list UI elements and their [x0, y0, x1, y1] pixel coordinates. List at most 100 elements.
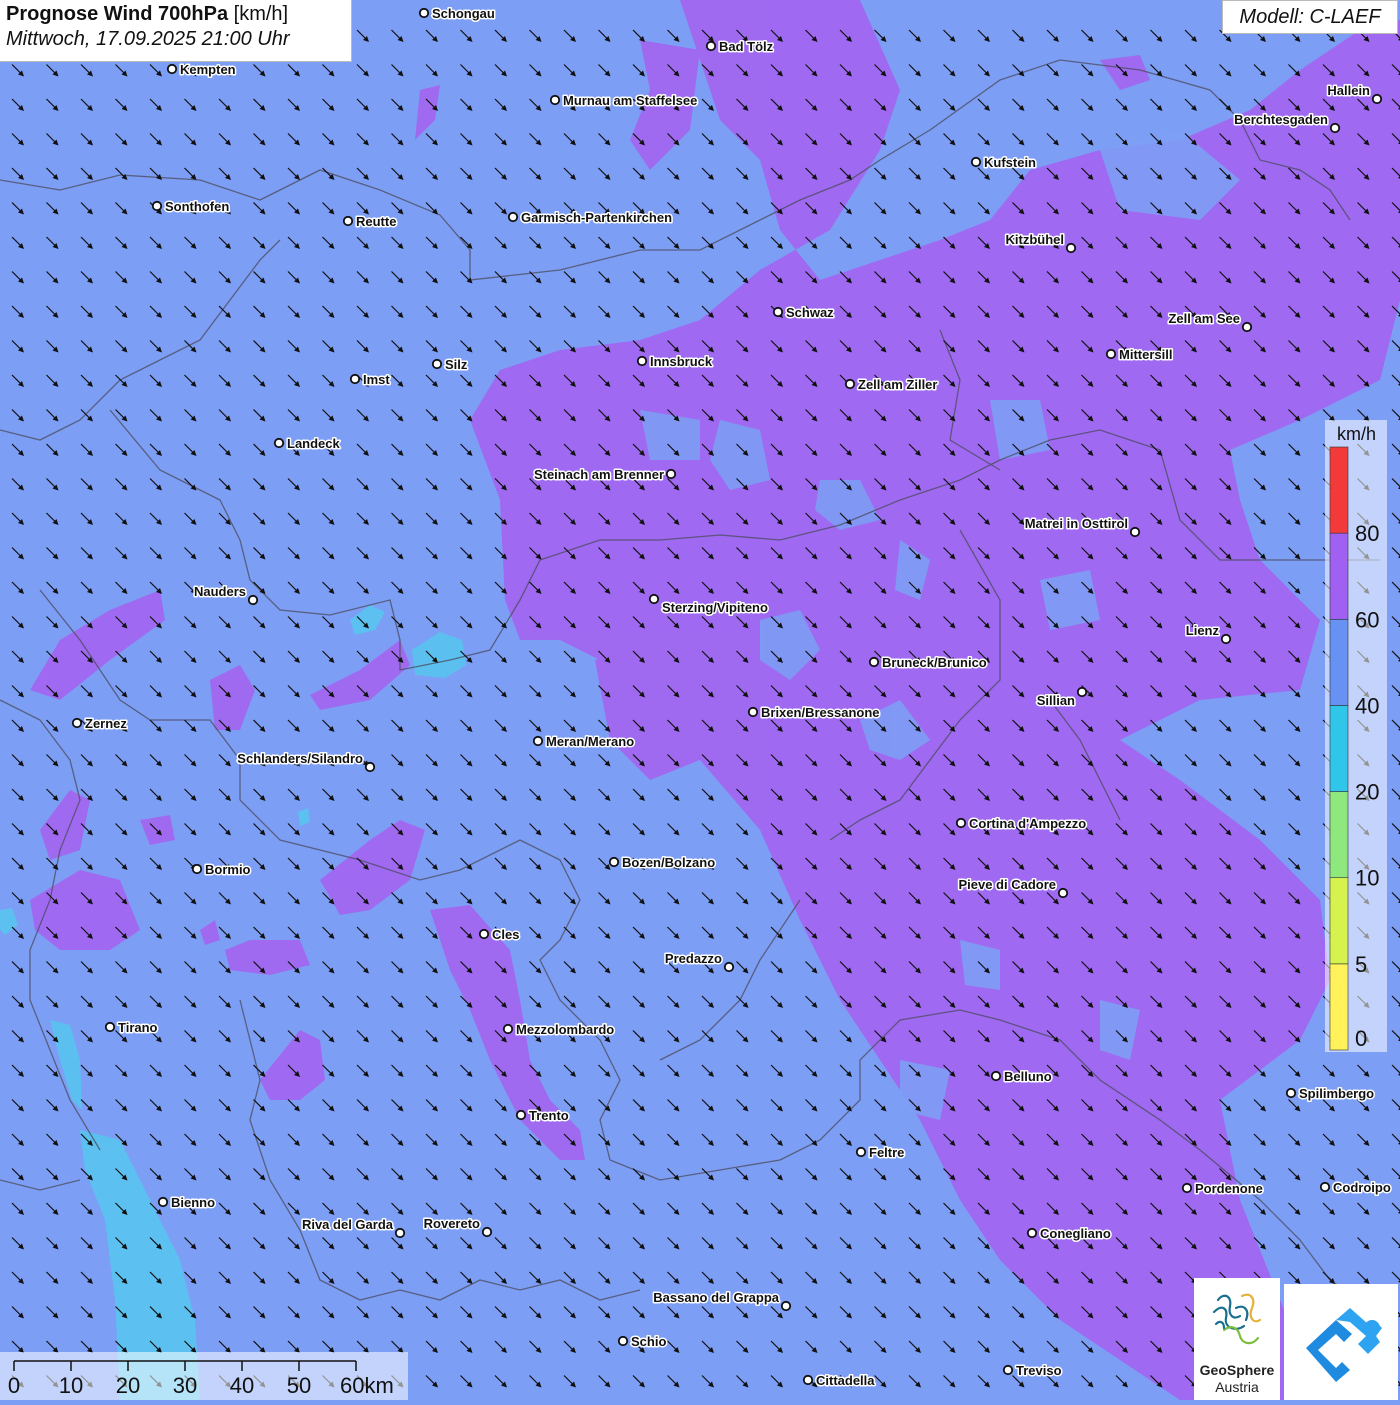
city-marker[interactable]: Sonthofen — [151, 198, 231, 216]
legend-label: 80 — [1355, 521, 1379, 546]
city-label: Sillian — [1037, 693, 1075, 708]
city-dot — [481, 1226, 493, 1238]
city-label: Landeck — [287, 436, 341, 451]
city-label: Imst — [363, 372, 390, 387]
city-dot — [1220, 633, 1232, 645]
city-marker[interactable]: Spilimbergo — [1285, 1085, 1376, 1103]
city-dot — [1002, 1364, 1014, 1376]
scale-label: 40 — [230, 1373, 254, 1398]
map-title: Prognose Wind 700hPa [km/h] — [6, 3, 345, 26]
city-label: Mezzolombardo — [516, 1022, 614, 1037]
city-label: Tirano — [118, 1020, 158, 1035]
city-label: Lienz — [1186, 623, 1220, 638]
city-marker[interactable]: Pordenone — [1181, 1180, 1264, 1198]
city-dot — [705, 40, 717, 52]
city-dot — [151, 200, 163, 212]
city-dot — [990, 1070, 1002, 1082]
city-marker[interactable]: Conegliano — [1026, 1225, 1112, 1243]
city-dot — [1105, 348, 1117, 360]
city-label: Bormio — [205, 862, 251, 877]
city-label: Treviso — [1016, 1363, 1062, 1378]
city-label: Pieve di Cadore — [958, 877, 1056, 892]
city-marker[interactable]: Cortina d'Ampezzo — [955, 815, 1088, 833]
city-dot — [247, 594, 259, 606]
city-marker[interactable]: Innsbruck — [636, 353, 714, 371]
wind-forecast-map[interactable]: Schongau Bad Tölz Kempten Murnau am Staffel… — [0, 0, 1400, 1400]
city-label: Bruneck/Brunico — [882, 655, 987, 670]
city-dot — [104, 1021, 116, 1033]
city-dot — [166, 63, 178, 75]
city-label: Trento — [529, 1108, 569, 1123]
city-marker[interactable]: Bozen/Bolzano — [608, 854, 717, 872]
city-label: Reutte — [356, 214, 396, 229]
geosphere-emblem-icon — [1212, 1293, 1262, 1345]
city-label: Bienno — [171, 1195, 215, 1210]
forecast-datetime: Mittwoch, 17.09.2025 21:00 Uhr — [6, 28, 290, 50]
city-dot — [515, 1109, 527, 1121]
legend-label: 0 — [1355, 1026, 1367, 1051]
city-label: Cortina d'Ampezzo — [969, 816, 1086, 831]
city-dot — [1329, 122, 1341, 134]
model-label: Modell: C-LAEF — [1222, 0, 1398, 34]
city-label: Schlanders/Silandro — [237, 751, 363, 766]
city-dot — [157, 1196, 169, 1208]
city-label: Bozen/Bolzano — [622, 855, 715, 870]
city-dot — [802, 1374, 814, 1386]
scale-label: 20 — [116, 1373, 140, 1398]
city-dot — [955, 817, 967, 829]
map-title-box: Prognose Wind 700hPa [km/h] Mittwoch, 17… — [0, 0, 352, 62]
city-dot — [723, 961, 735, 973]
city-dot — [1181, 1182, 1193, 1194]
legend-swatch — [1329, 532, 1349, 620]
city-dot — [394, 1227, 406, 1239]
city-dot — [478, 928, 490, 940]
city-label: Cittadella — [816, 1373, 875, 1388]
city-marker[interactable]: Bruneck/Brunico — [868, 654, 988, 672]
city-marker[interactable]: Garmisch-Partenkirchen — [507, 209, 674, 227]
scale-label: 60km — [340, 1373, 394, 1398]
city-dot — [665, 468, 677, 480]
legend-label: 60 — [1355, 607, 1379, 632]
city-dot — [772, 306, 784, 318]
city-dot — [71, 717, 83, 729]
scale-bar: 0 10 20 30 40 50 60km — [0, 1352, 408, 1400]
city-marker[interactable]: Zell am Ziller — [844, 376, 939, 394]
city-dot — [1241, 321, 1253, 333]
legend-scale: 0 5 10 20 40 60 80 — [1329, 446, 1379, 1051]
legend-swatch — [1329, 791, 1349, 879]
legend-swatch — [1329, 618, 1349, 706]
app-logo[interactable] — [1284, 1284, 1398, 1400]
city-dot — [747, 706, 759, 718]
city-marker[interactable]: Mezzolombardo — [502, 1021, 616, 1039]
city-label: Garmisch-Partenkirchen — [521, 210, 672, 225]
city-label: Riva del Garda — [302, 1217, 394, 1232]
city-marker[interactable]: Brixen/Bressanone — [747, 704, 881, 722]
city-label: Bassano del Grappa — [653, 1290, 779, 1305]
city-label: Kufstein — [984, 155, 1036, 170]
scale-label: 50 — [287, 1373, 311, 1398]
city-label: Meran/Merano — [546, 734, 634, 749]
city-marker[interactable]: Meran/Merano — [532, 733, 636, 751]
city-dot — [1057, 887, 1069, 899]
city-dot — [507, 211, 519, 223]
city-label: Spilimbergo — [1299, 1086, 1374, 1101]
city-dot — [342, 215, 354, 227]
scale-label: 0 — [8, 1373, 20, 1398]
title-unit: [km/h] — [228, 3, 289, 25]
city-marker[interactable]: Schongau — [418, 5, 496, 23]
city-marker[interactable]: Murnau am Staffelsee — [549, 92, 699, 110]
city-dot — [868, 656, 880, 668]
city-label: Cles — [492, 927, 519, 942]
city-label: Matrei in Osttirol — [1025, 516, 1128, 531]
legend-label: 40 — [1355, 693, 1379, 718]
city-dot — [1076, 686, 1088, 698]
legend-swatch — [1329, 446, 1349, 534]
city-dot — [502, 1023, 514, 1035]
city-dot — [608, 856, 620, 868]
city-label: Sterzing/Vipiteno — [662, 600, 768, 615]
city-dot — [431, 358, 443, 370]
city-dot — [191, 863, 203, 875]
city-marker[interactable]: Steinach am Brenner — [532, 466, 677, 484]
city-label: Murnau am Staffelsee — [563, 93, 697, 108]
legend-label: 5 — [1355, 952, 1367, 977]
